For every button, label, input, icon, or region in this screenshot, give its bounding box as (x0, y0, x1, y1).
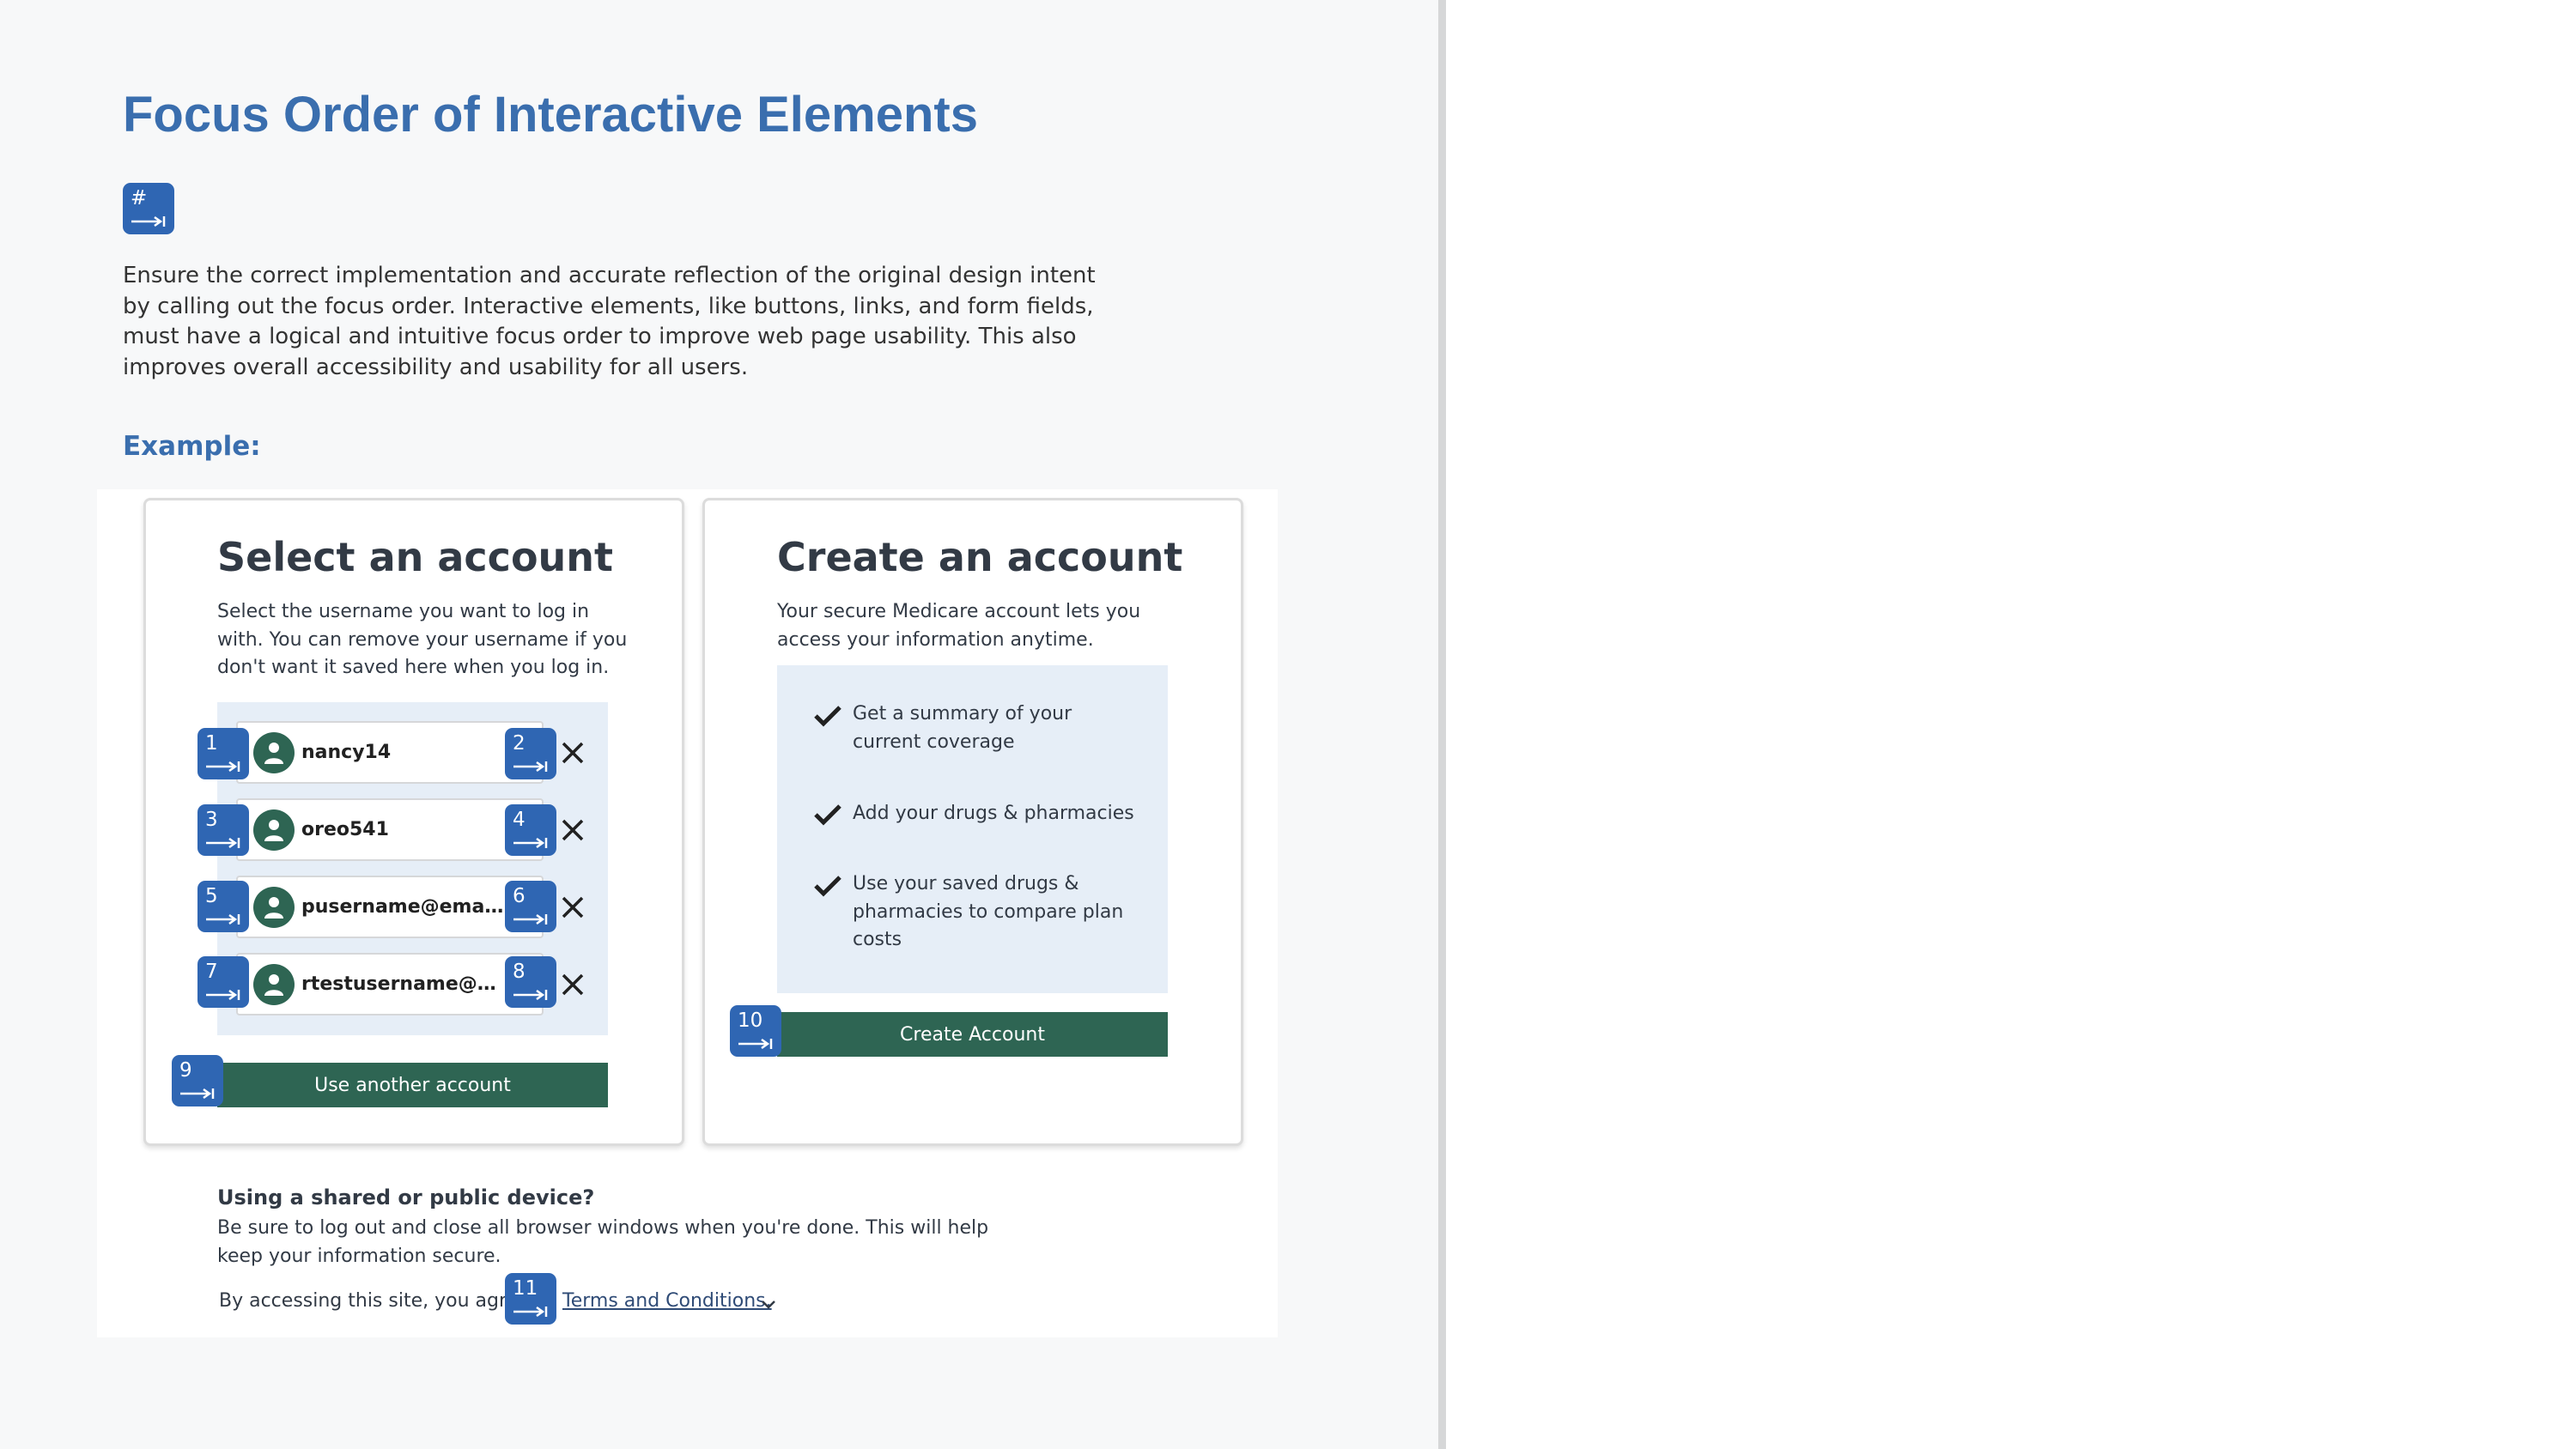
checkmark-icon (814, 804, 841, 826)
benefit-item: Get a summary of your current coverage (853, 703, 1072, 753)
focus-badge-7: 7 (197, 956, 249, 1008)
badge-number: 7 (205, 961, 218, 983)
agree-text: By accessing this site, you agree (219, 1290, 530, 1312)
panel-divider (1438, 0, 1446, 1449)
tab-arrow-icon (206, 913, 240, 925)
benefit-item: Use your saved drugs & pharmacies to com… (853, 873, 1124, 950)
chevron-down-icon[interactable] (760, 1299, 777, 1311)
focus-badge-6: 6 (505, 881, 556, 932)
focus-badge-10: 10 (730, 1005, 781, 1057)
focus-badge-8: 8 (505, 956, 556, 1008)
example-label: Example: (123, 431, 261, 462)
terms-and-conditions-link[interactable]: Terms and Conditions. (562, 1290, 772, 1312)
focus-badge-9: 9 (172, 1055, 223, 1106)
create-account-button[interactable]: Create Account (777, 1012, 1168, 1057)
tab-arrow-icon (206, 761, 240, 773)
focus-badge-1: 1 (197, 728, 249, 779)
create-account-title: Create an account (777, 534, 1183, 580)
tab-arrow-icon (513, 761, 548, 773)
badge-number: 6 (513, 885, 526, 907)
intro-text: Ensure the correct implementation and ac… (123, 263, 1096, 380)
focus-badge-11: 11 (505, 1273, 556, 1325)
checkmark-icon (814, 876, 841, 897)
create-account-description: Your secure Medicare account lets you ac… (777, 601, 1141, 651)
badge-number: 2 (513, 732, 526, 755)
tab-arrow-icon (206, 989, 240, 1001)
tab-arrow-icon (513, 913, 548, 925)
user-icon (253, 964, 295, 1005)
badge-number: 5 (205, 885, 218, 907)
user-icon (253, 809, 295, 851)
select-account-description: Select the username you want to log in w… (217, 601, 628, 678)
account-username: oreo541 (301, 819, 389, 840)
focus-order-legend-badge: # (123, 183, 174, 234)
page-title: Focus Order of Interactive Elements (123, 87, 978, 142)
account-username: rtestusername@gmail.com (301, 973, 509, 995)
tab-arrow-icon (738, 1038, 773, 1050)
account-username: nancy14 (301, 742, 392, 763)
select-account-title: Select an account (217, 534, 614, 580)
focus-badge-5: 5 (197, 881, 249, 932)
badge-number: 4 (513, 809, 526, 831)
tab-arrow-icon (131, 215, 166, 227)
focus-badge-4: 4 (505, 804, 556, 856)
checkmark-icon (814, 706, 841, 727)
shared-device-heading: Using a shared or public device? (217, 1185, 595, 1210)
close-icon[interactable] (559, 971, 586, 998)
badge-number: 10 (738, 1009, 763, 1032)
shared-device-description: Be sure to log out and close all browser… (217, 1217, 989, 1267)
tab-arrow-icon (513, 989, 548, 1001)
badge-number: # (131, 187, 148, 209)
focus-badge-3: 3 (197, 804, 249, 856)
benefit-item: Add your drugs & pharmacies (853, 803, 1134, 824)
close-icon[interactable] (559, 894, 586, 921)
close-icon[interactable] (559, 739, 586, 767)
badge-number: 8 (513, 961, 526, 983)
account-username: pusername@email.com (301, 896, 509, 918)
use-another-account-button[interactable]: Use another account (217, 1063, 608, 1107)
user-icon (253, 732, 295, 773)
tab-arrow-icon (180, 1088, 215, 1100)
focus-badge-2: 2 (505, 728, 556, 779)
tab-arrow-icon (513, 1306, 548, 1318)
badge-number: 3 (205, 809, 218, 831)
badge-number: 11 (513, 1277, 538, 1300)
tab-arrow-icon (206, 837, 240, 849)
badge-number: 1 (205, 732, 218, 755)
close-icon[interactable] (559, 816, 586, 844)
user-icon (253, 887, 295, 928)
badge-number: 9 (179, 1059, 192, 1082)
tab-arrow-icon (513, 837, 548, 849)
